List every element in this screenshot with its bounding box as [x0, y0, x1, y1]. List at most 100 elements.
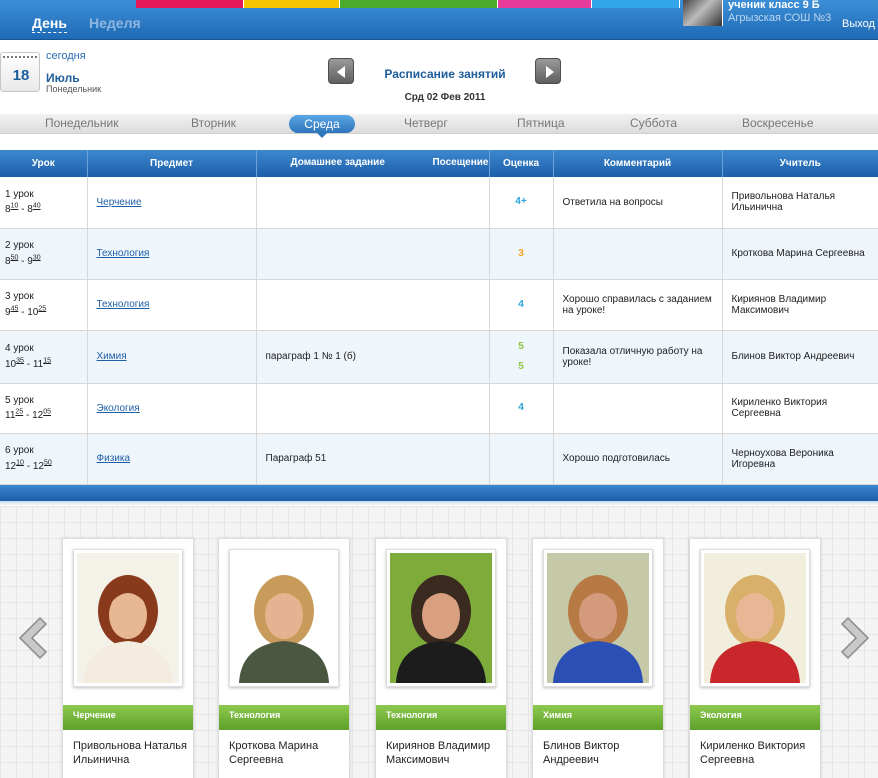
table-row: 6 урок 1210 - 1250 Физика Параграф 51 Хорошо… [0, 433, 878, 485]
col-homework-attendance: Домашнее задание Посещение [256, 150, 490, 177]
subject-link[interactable]: Технология [97, 299, 150, 310]
calendar-icon[interactable]: 18 [0, 52, 40, 92]
teacher-card[interactable]: Черчение Привольнова Наталья Ильинична [62, 538, 194, 778]
col-lesson: Урок [0, 150, 88, 177]
lesson-number: 3 урок [5, 291, 34, 303]
arrow-right-icon [546, 66, 554, 78]
end-minutes: 50 [43, 459, 52, 467]
subject-cell: Физика [87, 433, 257, 485]
lesson-time: 1125 - 1205 [5, 408, 51, 422]
logout-link[interactable]: Выход [842, 18, 875, 30]
subject-cell: Технология [87, 228, 257, 280]
start-minutes: 35 [16, 357, 24, 365]
end-minutes: 30 [32, 254, 41, 262]
color-strip[interactable] [592, 0, 680, 8]
color-strip[interactable] [244, 0, 340, 8]
page-title: Расписание занятий [384, 67, 506, 81]
tab-thursday[interactable]: Четверг [404, 116, 448, 130]
teacher-cell: Кроткова Марина Сергеевна [722, 228, 878, 280]
teacher-name[interactable]: Блинов Виктор Андреевич [543, 739, 661, 767]
tab-wednesday[interactable]: Среда [289, 115, 355, 133]
user-school: Агрызская СОШ №3 [728, 12, 832, 24]
col-teacher: Учитель [722, 150, 878, 177]
lesson-number: 2 урок [5, 240, 34, 252]
lesson-time: 1035 - 1115 [5, 357, 51, 370]
lesson-number: 1 урок [5, 189, 34, 201]
teacher-cell: Блинов Виктор Андреевич [722, 330, 878, 384]
teacher-photo[interactable] [547, 553, 649, 683]
homework-cell [256, 228, 490, 280]
grade-value: 5 [518, 340, 524, 352]
start-minutes: 45 [10, 305, 19, 313]
homework-cell: Параграф 51 [256, 433, 490, 485]
lesson-cell: 4 урок 1035 - 1115 [0, 330, 88, 384]
teacher-name[interactable]: Кириянов Владимир Максимович [386, 739, 504, 767]
comment-cell [553, 383, 723, 434]
teacher-photo[interactable] [704, 553, 806, 683]
grade-cell: 3 [489, 228, 554, 280]
teacher-card[interactable]: Экология Кириленко Виктория Сергеевна [689, 538, 821, 778]
start-hour: 12 [5, 460, 17, 472]
end-hour: 12 [32, 410, 44, 422]
tab-day[interactable]: День [32, 15, 67, 33]
end-minutes: 25 [38, 305, 47, 313]
tab-friday[interactable]: Пятница [517, 116, 565, 130]
today-link[interactable]: сегодня [46, 50, 86, 62]
lesson-time: 1210 - 1250 [5, 459, 52, 472]
teacher-photo-frame [386, 549, 496, 687]
subject-link[interactable]: Экология [97, 403, 140, 414]
teacher-name[interactable]: Кириленко Виктория Сергеевна [700, 739, 818, 767]
grade-value: 4 [518, 298, 524, 310]
tab-monday[interactable]: Понедельник [45, 116, 118, 130]
grade-value: 5 [518, 360, 524, 372]
tab-tuesday[interactable]: Вторник [191, 116, 236, 130]
color-strip[interactable] [136, 0, 244, 8]
weekday-tabs: Понедельник Вторник Среда Четверг Пятниц… [0, 114, 878, 138]
user-avatar[interactable] [683, 0, 723, 26]
prev-day-button[interactable] [328, 58, 354, 84]
teacher-card[interactable]: Технология Кириянов Владимир Максимович [375, 538, 507, 778]
teacher-photo[interactable] [390, 553, 492, 683]
teacher-name[interactable]: Привольнова Наталья Ильинична [73, 739, 191, 767]
carousel-prev-icon[interactable] [16, 616, 50, 660]
teacher-subject: Технология [376, 705, 506, 730]
color-strip[interactable] [498, 0, 592, 8]
lesson-time: 850 - 930 [5, 254, 41, 267]
subject-link[interactable]: Физика [97, 453, 131, 464]
teacher-photo[interactable] [233, 553, 335, 683]
month-label: Июль [46, 71, 80, 85]
lesson-cell: 5 урок 1125 - 1205 [0, 383, 88, 434]
table-header-row: Урок Предмет Домашнее задание Посещение … [0, 150, 878, 177]
color-strip[interactable] [340, 0, 498, 8]
tab-week[interactable]: Неделя [89, 15, 141, 31]
teacher-name[interactable]: Кроткова Марина Сергеевна [229, 739, 347, 767]
grade-value: 4 [518, 402, 524, 413]
grade-cell: 4+ [489, 177, 554, 229]
start-minutes: 10 [16, 459, 24, 467]
end-hour: 12 [32, 460, 44, 472]
lesson-number: 5 урок [5, 394, 34, 406]
teacher-subject: Химия [533, 705, 663, 730]
col-attendance: Посещение [432, 157, 489, 168]
arrow-left-icon [337, 66, 345, 78]
carousel-next-icon[interactable] [838, 616, 872, 660]
subject-cell: Экология [87, 383, 257, 434]
teacher-photo-frame [73, 549, 183, 687]
teacher-subject: Технология [219, 705, 349, 730]
teacher-cell: Привольнова Наталья Ильинична [722, 177, 878, 229]
tab-sunday[interactable]: Воскресенье [742, 116, 814, 130]
next-day-button[interactable] [535, 58, 561, 84]
tab-saturday[interactable]: Суббота [630, 116, 677, 130]
teacher-photo[interactable] [77, 553, 179, 683]
table-row: 4 урок 1035 - 1115 Химия параграф 1 № 1 (б)… [0, 330, 878, 384]
subject-link[interactable]: Черчение [97, 197, 142, 208]
start-minutes: 50 [10, 254, 19, 262]
start-hour: 10 [5, 358, 17, 370]
teacher-card[interactable]: Технология Кроткова Марина Сергеевна [218, 538, 350, 778]
teacher-card[interactable]: Химия Блинов Виктор Андреевич [532, 538, 664, 778]
subject-link[interactable]: Технология [97, 248, 150, 259]
schedule-table: Урок Предмет Домашнее задание Посещение … [0, 150, 878, 485]
grade-cell: 4 [489, 279, 554, 331]
subject-link[interactable]: Химия [97, 351, 127, 362]
end-minutes: 05 [43, 408, 51, 416]
